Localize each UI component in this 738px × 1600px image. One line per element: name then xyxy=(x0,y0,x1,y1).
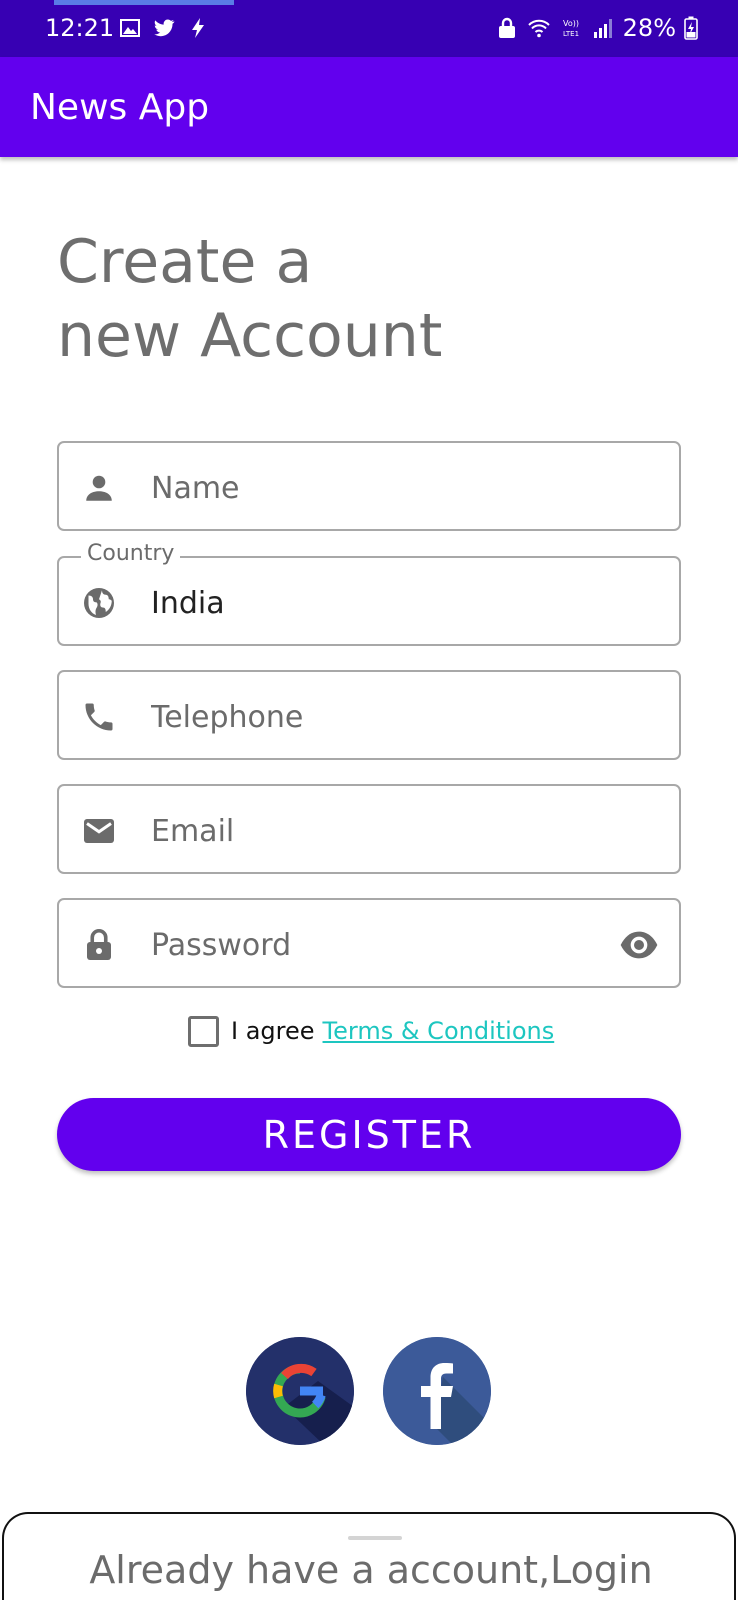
terms-link[interactable]: Terms & Conditions xyxy=(323,1017,555,1045)
volte-icon: Vo)) LTE1 xyxy=(563,19,579,38)
signal-icon xyxy=(593,19,612,38)
mail-icon xyxy=(84,819,114,843)
svg-text:Vo)): Vo)) xyxy=(563,19,579,28)
page-title: Create a new Account xyxy=(57,227,443,371)
app-bar: News App xyxy=(0,57,738,157)
screen: 12:21 Vo)) LTE1 28% News App Create a ne… xyxy=(0,0,738,1600)
charging-bolt-icon xyxy=(192,18,204,38)
country-input[interactable] xyxy=(151,578,591,628)
name-input[interactable] xyxy=(151,463,591,513)
password-field[interactable] xyxy=(57,898,681,988)
register-button[interactable]: REGISTER xyxy=(57,1098,681,1171)
agree-label: I agree xyxy=(231,1017,315,1045)
terms-agreement: I agree Terms & Conditions xyxy=(188,1014,554,1048)
globe-icon xyxy=(84,588,114,618)
country-label: Country xyxy=(81,541,181,566)
twitter-icon xyxy=(154,19,175,37)
app-title: News App xyxy=(30,87,210,128)
terms-checkbox[interactable] xyxy=(188,1015,219,1047)
facebook-button[interactable] xyxy=(383,1337,491,1445)
eye-icon[interactable] xyxy=(619,927,659,963)
password-input[interactable] xyxy=(151,920,591,970)
image-icon xyxy=(120,19,140,37)
telephone-input[interactable] xyxy=(151,692,591,742)
name-field[interactable] xyxy=(57,441,681,531)
status-indicator xyxy=(54,0,234,5)
sheet-handle[interactable] xyxy=(348,1536,402,1540)
google-icon xyxy=(246,1337,354,1445)
email-field[interactable] xyxy=(57,784,681,874)
person-icon xyxy=(86,475,112,501)
telephone-field[interactable] xyxy=(57,670,681,760)
status-time: 12:21 xyxy=(45,14,115,42)
svg-text:LTE1: LTE1 xyxy=(563,30,579,38)
battery-percentage: 28% xyxy=(622,14,676,42)
email-input[interactable] xyxy=(151,806,591,856)
google-button[interactable] xyxy=(246,1337,354,1445)
lock-icon xyxy=(498,17,515,38)
phone-icon xyxy=(85,703,113,731)
lock-icon xyxy=(87,928,111,960)
status-right: Vo)) LTE1 28% xyxy=(495,14,698,42)
wifi-icon xyxy=(527,19,550,38)
login-link[interactable]: Already have a account,Login xyxy=(4,1548,738,1592)
battery-icon xyxy=(684,16,698,40)
status-left-icons xyxy=(118,16,210,40)
status-bar: 12:21 Vo)) LTE1 28% xyxy=(0,0,738,57)
agree-text: I agree Terms & Conditions xyxy=(231,1017,554,1045)
login-sheet[interactable]: Already have a account,Login xyxy=(2,1512,736,1600)
country-field[interactable]: Country xyxy=(57,541,681,646)
facebook-icon xyxy=(383,1337,491,1445)
